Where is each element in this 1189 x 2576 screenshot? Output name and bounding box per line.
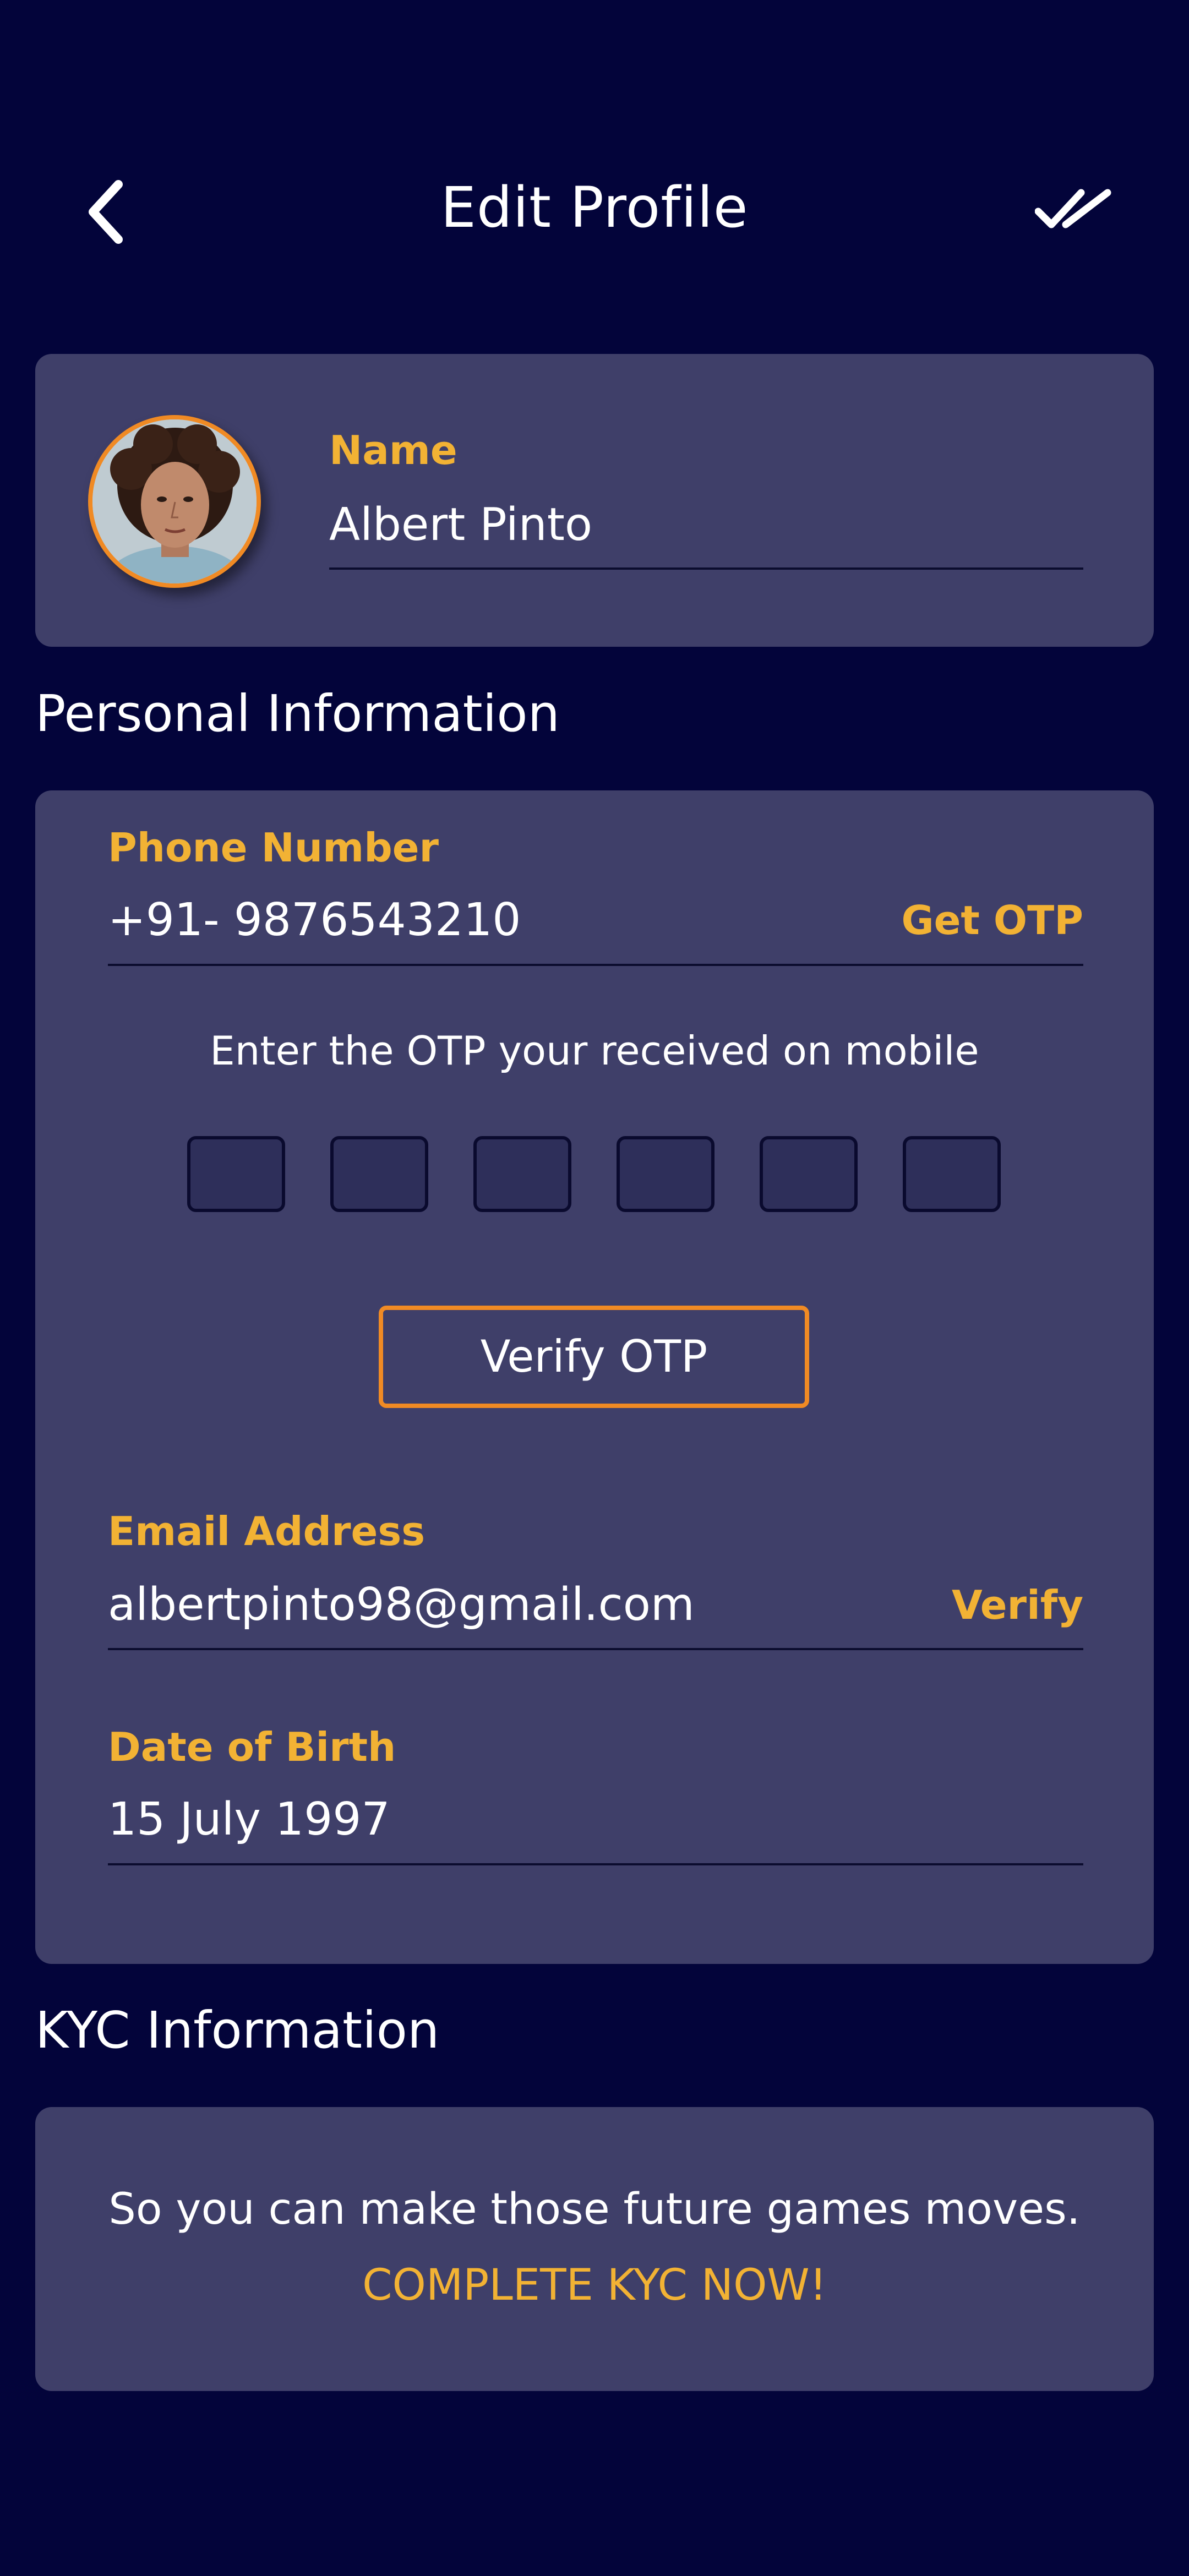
- otp-digit-5[interactable]: [760, 1136, 858, 1212]
- otp-hint: Enter the OTP your received on mobile: [210, 1028, 979, 1074]
- get-otp-button[interactable]: Get OTP: [859, 897, 1083, 943]
- phone-label: Phone Number: [108, 825, 439, 871]
- avatar-photo: [92, 419, 257, 583]
- kyc-heading: KYC Information: [35, 2001, 440, 2060]
- verify-otp-button[interactable]: Verify OTP: [379, 1306, 809, 1408]
- otp-digit-6[interactable]: [903, 1136, 1001, 1212]
- name-field[interactable]: Albert Pinto: [329, 499, 592, 552]
- avatar[interactable]: [88, 415, 261, 588]
- otp-digit-3[interactable]: [473, 1136, 571, 1212]
- double-check-icon: [1035, 189, 1111, 228]
- phone-field[interactable]: +91- 9876543210: [108, 894, 521, 947]
- dob-field[interactable]: 15 July 1997: [108, 1793, 390, 1846]
- dob-label: Date of Birth: [108, 1724, 396, 1770]
- email-label: Email Address: [108, 1508, 426, 1554]
- otp-digit-4[interactable]: [617, 1136, 715, 1212]
- email-underline: [108, 1648, 1083, 1650]
- verify-email-button[interactable]: Verify: [859, 1582, 1083, 1628]
- email-field[interactable]: albertpinto98@gmail.com: [108, 1579, 695, 1631]
- name-label: Name: [329, 427, 457, 473]
- name-underline: [329, 567, 1083, 570]
- complete-kyc-link[interactable]: COMPLETE KYC NOW!: [35, 2259, 1154, 2312]
- save-button[interactable]: [1029, 179, 1117, 239]
- dob-underline: [108, 1863, 1083, 1865]
- page-title: Edit Profile: [440, 175, 749, 241]
- personal-info-heading: Personal Information: [35, 684, 560, 743]
- kyc-description: So you can make those future games moves…: [108, 2185, 1081, 2234]
- otp-digit-2[interactable]: [330, 1136, 428, 1212]
- otp-digit-1[interactable]: [187, 1136, 285, 1212]
- kyc-card: [35, 2107, 1154, 2391]
- phone-underline: [108, 964, 1083, 966]
